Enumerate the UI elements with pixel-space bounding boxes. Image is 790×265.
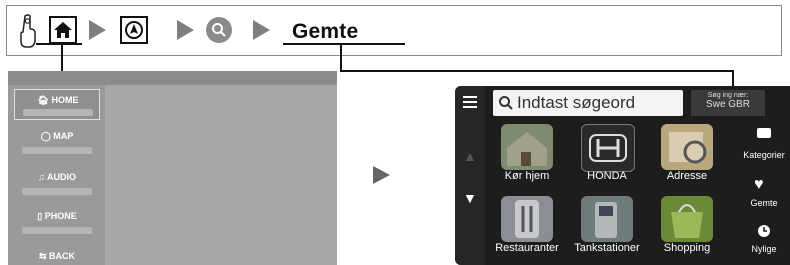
shopping-bag-icon xyxy=(661,196,713,242)
menu-item-map[interactable]: ◯ MAP xyxy=(14,131,100,159)
search-input[interactable]: Indtast søgeord xyxy=(493,90,683,116)
tile-label: Tankstationer xyxy=(574,242,640,254)
cutlery-icon xyxy=(501,196,553,242)
home-icon: 🏠︎ xyxy=(37,95,49,105)
menu-bar xyxy=(23,109,93,116)
speech-bubble-icon xyxy=(757,128,771,138)
music-note-icon: ♫ xyxy=(38,172,45,182)
recent-button[interactable]: Nylige xyxy=(738,224,790,265)
fuel-pump-icon xyxy=(581,196,633,242)
menu-bar xyxy=(22,227,92,234)
menu-item-phone[interactable]: ▯ PHONE xyxy=(14,211,100,239)
menu-label-home: HOME xyxy=(51,95,79,105)
recent-label: Nylige xyxy=(751,244,777,254)
phone-icon: ▯ xyxy=(37,211,43,221)
menu-bar xyxy=(22,188,92,195)
nav-left-rail: ▲ ▼ xyxy=(455,86,485,265)
transition-arrow xyxy=(373,166,390,184)
scroll-up-icon[interactable]: ▲ xyxy=(463,148,477,164)
tile-address[interactable]: Adresse xyxy=(651,120,723,190)
menu-item-audio[interactable]: ♫ AUDIO xyxy=(14,172,100,200)
scroll-down-icon[interactable]: ▼ xyxy=(463,190,477,206)
menu-label-map: MAP xyxy=(53,131,74,141)
honda-logo-icon xyxy=(581,124,635,172)
tile-label: Kør hjem xyxy=(504,170,550,182)
tile-label: HONDA xyxy=(587,170,627,182)
menu-label-audio: AUDIO xyxy=(46,172,76,182)
tile-home[interactable]: Kør hjem xyxy=(491,120,563,190)
heart-icon: ♥ xyxy=(754,176,764,193)
tile-shopping[interactable]: Shopping xyxy=(651,192,723,262)
navigation-icon xyxy=(120,16,148,44)
tile-label: Shopping xyxy=(663,242,711,254)
search-placeholder: Indtast søgeord xyxy=(517,93,636,112)
menu-label-back: BACK xyxy=(49,251,76,261)
home-underline xyxy=(36,43,82,45)
search-near-value: Swe GBR xyxy=(706,99,750,110)
breadcrumb-arrow-2 xyxy=(177,20,194,40)
tile-honda[interactable]: HONDA xyxy=(571,120,643,190)
tile-restaurants[interactable]: Restauranter xyxy=(491,192,563,262)
breadcrumb-current: Gemte xyxy=(292,20,359,43)
tile-label: Adresse xyxy=(666,170,708,182)
navigation-screen: ▲ ▼ Indtast søgeord Søg ing nær: Swe GBR… xyxy=(455,86,790,265)
breadcrumb: Gemte xyxy=(6,5,782,56)
saved-label: Gemte xyxy=(750,198,778,208)
menu-item-back[interactable]: ⇆ BACK xyxy=(14,251,100,265)
categories-label: Kategorier xyxy=(743,150,785,160)
tile-fuel[interactable]: Tankstationer xyxy=(571,192,643,262)
gemte-connector-v1 xyxy=(340,45,342,71)
menu-item-home[interactable]: 🏠︎ HOME xyxy=(14,89,100,120)
breadcrumb-arrow-1 xyxy=(89,20,106,40)
gemte-connector-h xyxy=(340,70,734,72)
menu-bar xyxy=(22,147,92,154)
menu-icon[interactable] xyxy=(463,96,477,108)
home-icon xyxy=(49,16,77,44)
categories-button[interactable]: Kategorier xyxy=(738,120,790,178)
search-near-label: Søg ing nær: xyxy=(707,92,749,99)
touch-hand-icon xyxy=(20,14,36,48)
search-near-button[interactable]: Søg ing nær: Swe GBR xyxy=(691,90,765,116)
house-icon xyxy=(501,124,553,170)
home-status-strip xyxy=(8,71,337,85)
search-icon xyxy=(499,96,513,110)
tile-label: Restauranter xyxy=(495,242,559,254)
address-book-icon xyxy=(661,124,713,170)
clock-icon xyxy=(758,225,770,237)
search-icon xyxy=(206,17,232,43)
breadcrumb-arrow-3 xyxy=(253,20,270,40)
map-icon: ◯ xyxy=(40,131,51,141)
gemte-underline xyxy=(283,43,405,45)
home-content-area xyxy=(105,85,337,265)
menu-label-phone: PHONE xyxy=(44,211,77,221)
back-icon: ⇆ xyxy=(38,251,47,261)
